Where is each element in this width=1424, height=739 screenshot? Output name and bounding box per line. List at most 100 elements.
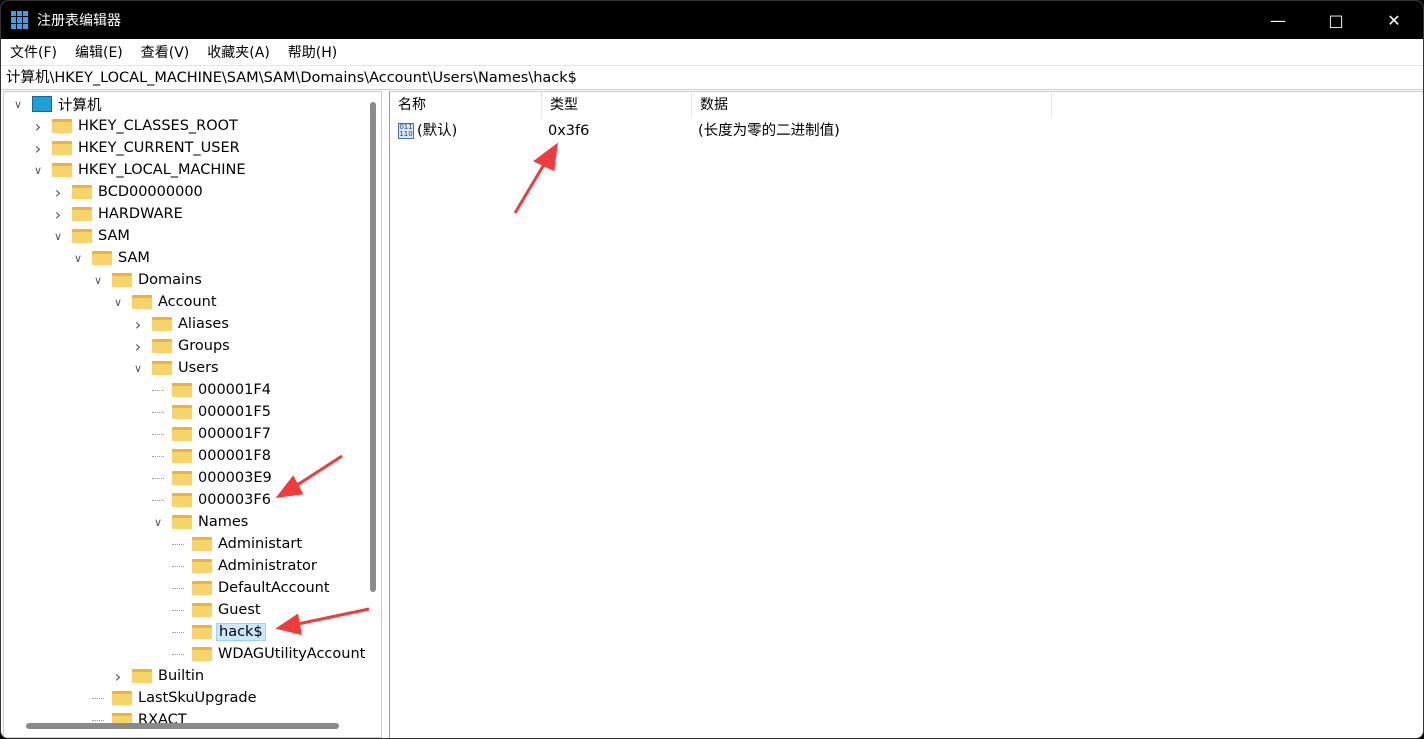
close-button[interactable]: ✕	[1365, 1, 1423, 39]
chevron-down-icon[interactable]: ∨	[52, 230, 64, 243]
tree-leaf-spacer	[92, 697, 104, 699]
tree-item-label: Builtin	[158, 668, 205, 684]
tree-leaf-spacer	[152, 499, 164, 501]
column-header-name[interactable]: 名称	[390, 92, 542, 118]
chevron-down-icon[interactable]: ∨	[132, 362, 144, 375]
chevron-right-icon[interactable]: ›	[132, 315, 144, 334]
tree-item[interactable]: ∨ Account	[112, 291, 219, 313]
chevron-right-icon[interactable]: ›	[52, 205, 64, 224]
vertical-scrollbar[interactable]	[370, 102, 376, 592]
folder-icon	[52, 163, 72, 177]
tree-item[interactable]: ∨ Users	[132, 357, 221, 379]
window-title: 注册表编辑器	[37, 13, 121, 29]
tree-item-label: 000003F6	[198, 492, 271, 508]
tree-item-label: 000001F7	[198, 426, 271, 442]
column-header-type[interactable]: 类型	[542, 92, 692, 118]
folder-icon	[172, 493, 192, 507]
chevron-down-icon[interactable]: ∨	[72, 252, 84, 265]
tree-item[interactable]: › HKEY_CLASSES_ROOT	[32, 115, 240, 137]
tree-item[interactable]: › Aliases	[132, 313, 231, 335]
tree-item-label: HKEY_CLASSES_ROOT	[78, 118, 238, 134]
tree-leaf-spacer	[172, 653, 184, 655]
folder-icon	[172, 383, 192, 397]
tree-item[interactable]: hack$	[172, 621, 266, 643]
tree-item[interactable]: Administart	[172, 533, 304, 555]
key-tree-pane: RXACT LastSkuUpgrade › Builtin WDAGUtilityAc…	[3, 91, 382, 738]
folder-icon	[52, 119, 72, 133]
minimize-button[interactable]: —	[1249, 1, 1307, 39]
tree-leaf-spacer	[172, 543, 184, 545]
tree-item[interactable]: ∨ SAM	[72, 247, 152, 269]
value-name: (默认)	[417, 123, 458, 139]
title-bar: 注册表编辑器 — □ ✕	[1, 1, 1423, 39]
tree-item[interactable]: 000001F7	[152, 423, 273, 445]
tree-item[interactable]: 000003F6	[152, 489, 273, 511]
chevron-right-icon[interactable]: ›	[32, 117, 44, 136]
tree-item[interactable]: ∨ SAM	[52, 225, 132, 247]
chevron-down-icon[interactable]: ∨	[12, 98, 24, 111]
folder-icon	[92, 251, 112, 265]
tree-item-label: Administrator	[218, 558, 317, 574]
value-type: 0x3f6	[548, 123, 590, 139]
tree-item[interactable]: 000003E9	[152, 467, 274, 489]
tree-leaf-spacer	[152, 433, 164, 435]
tree-item[interactable]: Guest	[172, 599, 263, 621]
tree-item[interactable]: › HARDWARE	[52, 203, 185, 225]
folder-icon	[172, 405, 192, 419]
folder-icon	[152, 339, 172, 353]
horizontal-scrollbar[interactable]	[26, 723, 339, 729]
tree-item-label: WDAGUtilityAccount	[218, 646, 366, 662]
tree-item[interactable]: › BCD00000000	[52, 181, 205, 203]
chevron-right-icon[interactable]: ›	[32, 139, 44, 158]
menu-favorites[interactable]: 收藏夹(A)	[198, 42, 279, 62]
tree-item[interactable]: 000001F5	[152, 401, 273, 423]
tree-item-label: Guest	[218, 602, 261, 618]
chevron-down-icon[interactable]: ∨	[112, 296, 124, 309]
folder-icon	[192, 581, 212, 595]
tree-item[interactable]: › HKEY_CURRENT_USER	[32, 137, 242, 159]
column-header-data[interactable]: 数据	[692, 92, 1052, 118]
menu-file[interactable]: 文件(F)	[1, 42, 66, 62]
menu-edit[interactable]: 编辑(E)	[66, 42, 132, 62]
tree-item-label: 000001F8	[198, 448, 271, 464]
chevron-right-icon[interactable]: ›	[132, 337, 144, 356]
regedit-window: 注册表编辑器 — □ ✕ 文件(F) 编辑(E) 查看(V) 收藏夹(A) 帮助…	[0, 0, 1424, 739]
tree-item-label: HARDWARE	[98, 206, 183, 222]
tree-item[interactable]: LastSkuUpgrade	[92, 687, 259, 709]
address-bar[interactable]: 计算机\HKEY_LOCAL_MACHINE\SAM\SAM\Domains\A…	[1, 65, 1423, 90]
values-pane: 名称 类型 数据 011 110 (默认) 0x3f6 (长度为零的二进制值)	[389, 91, 1423, 738]
chevron-down-icon[interactable]: ∨	[92, 274, 104, 287]
folder-icon	[72, 207, 92, 221]
tree-item[interactable]: ∨ 计算机	[12, 93, 104, 115]
chevron-down-icon[interactable]: ∨	[152, 516, 164, 529]
menu-view[interactable]: 查看(V)	[132, 42, 199, 62]
tree-item[interactable]: DefaultAccount	[172, 577, 332, 599]
tree-item-label: 000001F4	[198, 382, 271, 398]
tree-item[interactable]: ∨ Domains	[92, 269, 204, 291]
tree-item[interactable]: 000001F4	[152, 379, 273, 401]
value-data: (长度为零的二进制值)	[698, 123, 840, 139]
chevron-right-icon[interactable]: ›	[112, 667, 124, 686]
folder-icon	[132, 669, 152, 683]
tree-item-label: Account	[158, 294, 217, 310]
tree-item[interactable]: ∨ HKEY_LOCAL_MACHINE	[32, 159, 248, 181]
folder-icon	[72, 229, 92, 243]
tree-leaf-spacer	[152, 477, 164, 479]
maximize-button[interactable]: □	[1307, 1, 1365, 39]
chevron-right-icon[interactable]: ›	[52, 183, 64, 202]
folder-icon	[172, 515, 192, 529]
menu-bar: 文件(F) 编辑(E) 查看(V) 收藏夹(A) 帮助(H)	[1, 39, 1423, 64]
tree-item[interactable]: 000001F8	[152, 445, 273, 467]
regedit-app-icon	[11, 11, 29, 29]
tree-item[interactable]: › Builtin	[112, 665, 206, 687]
folder-icon	[172, 471, 192, 485]
tree-item[interactable]: WDAGUtilityAccount	[172, 643, 367, 665]
chevron-down-icon[interactable]: ∨	[32, 164, 44, 177]
folder-icon	[52, 141, 72, 155]
tree-item[interactable]: › Groups	[132, 335, 232, 357]
tree-item[interactable]: ∨ Names	[152, 511, 250, 533]
menu-help[interactable]: 帮助(H)	[279, 42, 346, 62]
tree-item[interactable]: Administrator	[172, 555, 319, 577]
folder-icon	[192, 647, 212, 661]
binary-value-icon: 011 110	[398, 123, 414, 139]
